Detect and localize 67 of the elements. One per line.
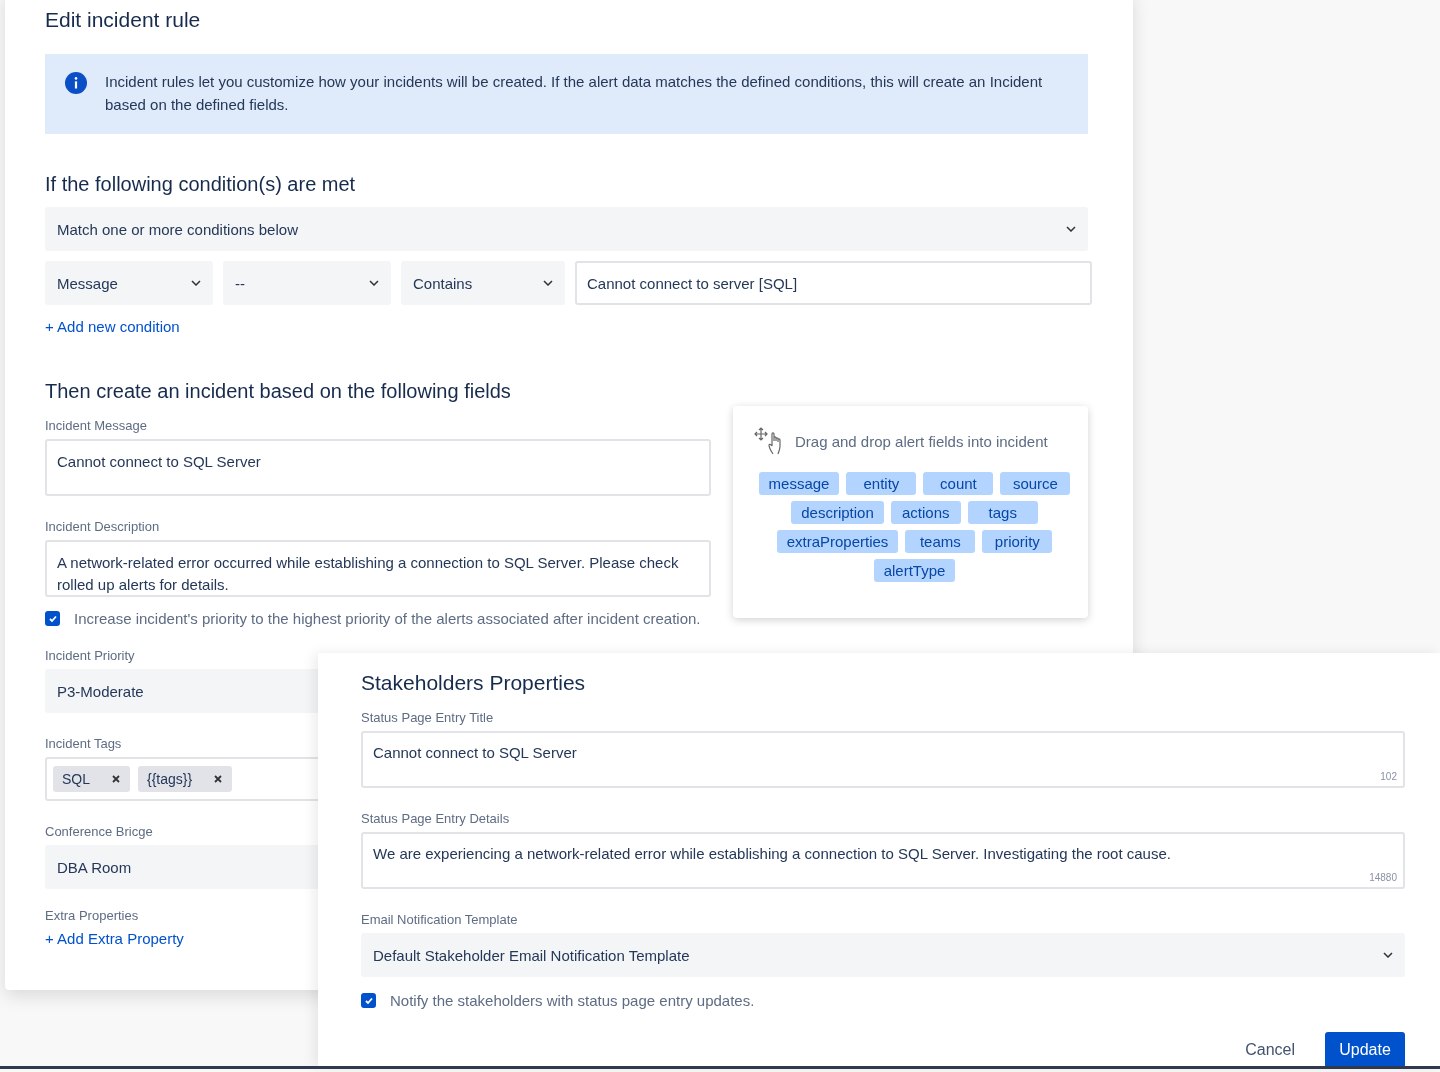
add-extra-property-link[interactable]: + Add Extra Property [45, 930, 184, 947]
operator-select[interactable]: -- [223, 261, 391, 305]
remove-icon[interactable] [214, 775, 223, 783]
field-label: Incident Description [45, 519, 160, 535]
section-heading: If the following condition(s) are met [45, 172, 357, 197]
remove-icon[interactable] [112, 775, 120, 783]
chevron-icon [1383, 952, 1393, 958]
alert-field-chip[interactable]: description [791, 501, 884, 524]
field-select[interactable]: Message [45, 261, 213, 305]
alert-field-chip[interactable]: teams [905, 530, 976, 553]
tag-label: SQL [62, 771, 90, 787]
field-value: We are experiencing a network-related error while establishing a connection to SQL Server. Investigating the root cause. [373, 845, 1171, 862]
field-label: Status Page Entry Title [361, 710, 494, 726]
info-icon [65, 72, 87, 94]
checkbox-label: Notify the stakeholders with status page entry updates. [390, 991, 755, 1010]
entry-title-field[interactable]: Cannot connect to SQL Server 102 [361, 731, 1405, 788]
character-counter: 14880 [1369, 872, 1397, 884]
drag-hint: Drag and drop alert fields into incident [795, 432, 1048, 450]
alert-field-chip[interactable]: message [758, 472, 840, 495]
condition-value-field[interactable]: Cannot connect to server [SQL] [575, 261, 1092, 305]
field-label: Extra Properties [45, 908, 139, 924]
select-value: Match one or more conditions below [57, 220, 298, 238]
panel-title: Stakeholders Properties [361, 670, 587, 696]
alert-field-chip[interactable]: source [1000, 472, 1071, 495]
alert-field-chip[interactable]: priority [982, 530, 1053, 553]
field-label: Incident Message [45, 418, 147, 434]
field-label: Email Notification Template [361, 912, 518, 928]
alert-field-chip[interactable]: count [923, 472, 994, 495]
add-condition-link[interactable]: + Add new condition [45, 318, 180, 335]
alert-field-chip[interactable]: tags [967, 501, 1038, 524]
comparison-select[interactable]: Contains [401, 261, 565, 305]
select-value: Default Stakeholder Email Notification Template [373, 946, 690, 964]
update-button[interactable]: Update [1325, 1032, 1405, 1068]
cancel-button[interactable]: Cancel [1241, 1033, 1299, 1067]
field-label: Status Page Entry Details [361, 811, 510, 827]
select-value: P3-Moderate [57, 682, 144, 700]
character-counter: 102 [1380, 771, 1397, 783]
field-label: Conference Bricge [45, 824, 153, 840]
incident-description-field[interactable]: A network-related error occurred while establishing a connection to SQL Server. Please check rolled up alerts for details. [45, 540, 711, 597]
select-value: DBA Room [57, 858, 132, 876]
email-template-select[interactable]: Default Stakeholder Email Notification Template [361, 933, 1405, 977]
field-label: Incident Tags [45, 736, 122, 752]
field-label: Incident Priority [45, 648, 135, 664]
select-value: Message [57, 274, 118, 292]
alert-field-chip[interactable]: extraProperties [776, 530, 899, 553]
match-select[interactable]: Match one or more conditions below [45, 207, 1088, 251]
section-heading: Then create an incident based on the following fields [45, 379, 512, 404]
page-title: Edit incident rule [45, 7, 202, 33]
alert-field-chip[interactable]: entity [846, 472, 917, 495]
incident-message-field[interactable]: Cannot connect to SQL Server [45, 439, 711, 496]
field-value: Cannot connect to SQL Server [373, 744, 577, 761]
checkbox[interactable] [45, 611, 60, 626]
alert-field-chip[interactable]: actions [890, 501, 961, 524]
tag-label: {{tags}} [147, 771, 193, 787]
select-value: -- [235, 274, 245, 292]
select-value: Contains [413, 274, 473, 292]
info-text: Incident rules let you customize how your incidents will be created. If the alert data matches the defined conditions, this will create an Incident based on the defined fields. [105, 72, 1044, 115]
alert-field-chip[interactable]: alertType [873, 559, 956, 582]
chevron-icon [191, 280, 201, 286]
entry-details-field[interactable]: We are experiencing a network-related error while establishing a connection to SQL Server. Investigating the root cause. 14880 [361, 832, 1405, 889]
chevron-icon [369, 280, 379, 286]
checkbox-label: Increase incident's priority to the highest priority of the alerts associated after incident creation. [74, 609, 701, 628]
chevron-icon [543, 280, 553, 286]
chevron-icon [1066, 226, 1076, 232]
check-icon [363, 995, 374, 1006]
checkbox[interactable] [361, 993, 376, 1008]
check-icon [47, 613, 58, 624]
